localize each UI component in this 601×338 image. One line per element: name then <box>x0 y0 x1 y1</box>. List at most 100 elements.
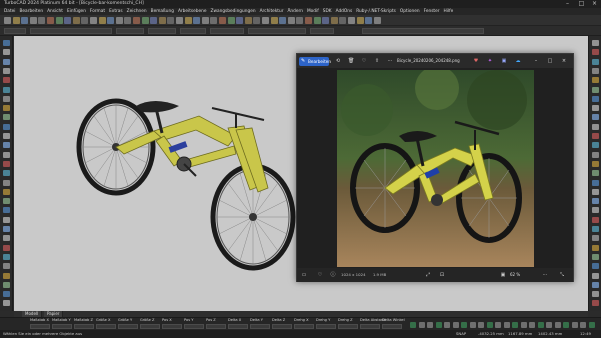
toolbar-tool-icon[interactable] <box>150 17 158 24</box>
draw-tool-icon[interactable] <box>3 142 10 149</box>
pen-color-select[interactable] <box>30 28 112 34</box>
minimize-icon[interactable]: – <box>562 0 573 8</box>
modify-tool-icon[interactable] <box>592 170 599 177</box>
draw-tool-icon[interactable] <box>3 123 10 130</box>
modify-tool-icon[interactable] <box>592 105 599 112</box>
inspector-field[interactable] <box>228 324 248 329</box>
toolbar-tool-icon[interactable] <box>219 17 226 24</box>
draw-tool-icon[interactable] <box>3 40 10 46</box>
menu-item[interactable]: SDK <box>323 8 332 15</box>
inspector-field[interactable] <box>316 324 336 329</box>
zoom-level[interactable]: 62 % <box>510 272 520 277</box>
menu-item[interactable]: Arbeitsebene <box>178 8 207 15</box>
toolbar-tool-icon[interactable] <box>296 17 304 24</box>
draw-tool-icon[interactable] <box>3 151 10 158</box>
toolbar-tool-icon[interactable] <box>133 17 140 24</box>
draw-tool-icon[interactable] <box>3 67 10 74</box>
toolbar-tool-icon[interactable] <box>287 17 295 24</box>
toolbar-tool-icon[interactable] <box>176 17 183 24</box>
inspector-field[interactable] <box>360 324 380 329</box>
inspector-field[interactable] <box>184 324 204 329</box>
snap-toggle-icon[interactable] <box>529 322 535 328</box>
modify-tool-icon[interactable] <box>592 179 599 186</box>
toolbar-tool-icon[interactable] <box>339 17 347 24</box>
menu-item[interactable]: Hilfe <box>444 8 454 15</box>
modify-tool-icon[interactable] <box>592 291 599 298</box>
window-close-icon[interactable]: × <box>561 58 567 64</box>
snap-toggle-icon[interactable] <box>410 322 416 328</box>
draw-tool-icon[interactable] <box>3 160 10 167</box>
more-icon[interactable]: ⋯ <box>387 58 393 64</box>
snap-toggle-icon[interactable] <box>588 322 595 328</box>
inspector-field[interactable] <box>96 324 116 329</box>
inspector-field[interactable] <box>118 324 138 329</box>
modify-tool-icon[interactable] <box>592 244 599 251</box>
toolbar-tool-icon[interactable] <box>124 17 132 24</box>
pen-style-select[interactable] <box>116 28 144 34</box>
menu-item[interactable]: Ansicht <box>47 8 63 15</box>
modify-tool-icon[interactable] <box>592 300 599 307</box>
inspector-field[interactable] <box>74 324 94 329</box>
toolbar-tool-icon[interactable] <box>141 17 149 24</box>
draw-tool-icon[interactable] <box>3 188 10 195</box>
draw-tool-icon[interactable] <box>3 105 10 112</box>
actual-size-icon[interactable]: ▣ <box>500 272 506 278</box>
toolbar-tool-icon[interactable] <box>236 17 244 24</box>
favorite-outline-icon[interactable]: ♡ <box>317 272 323 278</box>
onedrive-icon[interactable]: ☁ <box>515 58 521 64</box>
toolbar-tool-icon[interactable] <box>244 17 252 24</box>
modify-tool-icon[interactable] <box>592 40 599 46</box>
modify-tool-icon[interactable] <box>592 58 599 65</box>
menu-item[interactable]: Fenster <box>424 8 440 15</box>
toolbar-tool-icon[interactable] <box>356 17 364 24</box>
snap-toggle-icon[interactable] <box>427 322 433 328</box>
toolbar-tool-icon[interactable] <box>55 17 63 24</box>
toolbar-tool-icon[interactable] <box>305 17 312 24</box>
toolbar-tool-icon[interactable] <box>373 17 381 24</box>
toolbar-tool-icon[interactable] <box>330 17 338 24</box>
window-maximize-icon[interactable]: □ <box>547 58 553 64</box>
image-edit-icon[interactable]: ▣ <box>501 58 507 64</box>
draw-tool-icon[interactable] <box>3 263 10 270</box>
menu-item[interactable]: Bemaßung <box>151 8 174 15</box>
menu-item[interactable]: Modif <box>307 8 319 15</box>
maximize-icon[interactable]: □ <box>576 0 587 8</box>
toolbar-tool-icon[interactable] <box>115 17 123 24</box>
modify-tool-icon[interactable] <box>592 114 599 121</box>
toolbar-tool-icon[interactable] <box>47 17 54 24</box>
share-icon[interactable]: ⇪ <box>374 58 380 64</box>
modify-tool-icon[interactable] <box>592 198 599 205</box>
toolbar-tool-icon[interactable] <box>72 17 80 24</box>
draw-tool-icon[interactable] <box>3 198 10 205</box>
inspector-field[interactable] <box>272 324 292 329</box>
toolbar-tool-icon[interactable] <box>193 17 201 24</box>
designer-icon[interactable]: ✦ <box>487 58 493 64</box>
snap-toggle-icon[interactable] <box>537 322 544 328</box>
toolbar-tool-icon[interactable] <box>279 17 287 24</box>
snap-toggle-icon[interactable] <box>486 322 493 328</box>
snap-toggle-icon[interactable] <box>469 322 476 328</box>
menu-item[interactable]: Ändern <box>287 8 302 15</box>
inspector-field[interactable] <box>162 324 182 329</box>
toolbar-tool-icon[interactable] <box>81 17 89 24</box>
snap-toggle-icon[interactable] <box>452 322 459 328</box>
edit-button[interactable]: ✎ Bearbeiten <box>299 57 331 66</box>
modify-tool-icon[interactable] <box>592 272 599 279</box>
workplane-select[interactable] <box>248 28 306 34</box>
rotate-icon[interactable]: ⟲ <box>335 58 341 64</box>
fullscreen-icon[interactable]: ⤢ <box>425 272 431 278</box>
toolbar-tool-icon[interactable] <box>107 17 115 24</box>
inspector-field[interactable] <box>338 324 358 329</box>
draw-tool-icon[interactable] <box>3 179 10 186</box>
draw-tool-icon[interactable] <box>3 58 10 65</box>
brush-select[interactable] <box>210 28 244 34</box>
delete-icon[interactable]: 🗑 <box>348 58 354 64</box>
modify-tool-icon[interactable] <box>592 142 599 149</box>
inspector-field[interactable] <box>294 324 314 329</box>
toolbar-tool-icon[interactable] <box>12 17 20 24</box>
toolbar-tool-icon[interactable] <box>29 17 37 24</box>
modify-tool-icon[interactable] <box>592 235 599 242</box>
menu-item[interactable]: Optionen <box>400 8 420 15</box>
snap-toggle-icon[interactable] <box>478 322 484 328</box>
inspector-field[interactable] <box>52 324 72 329</box>
